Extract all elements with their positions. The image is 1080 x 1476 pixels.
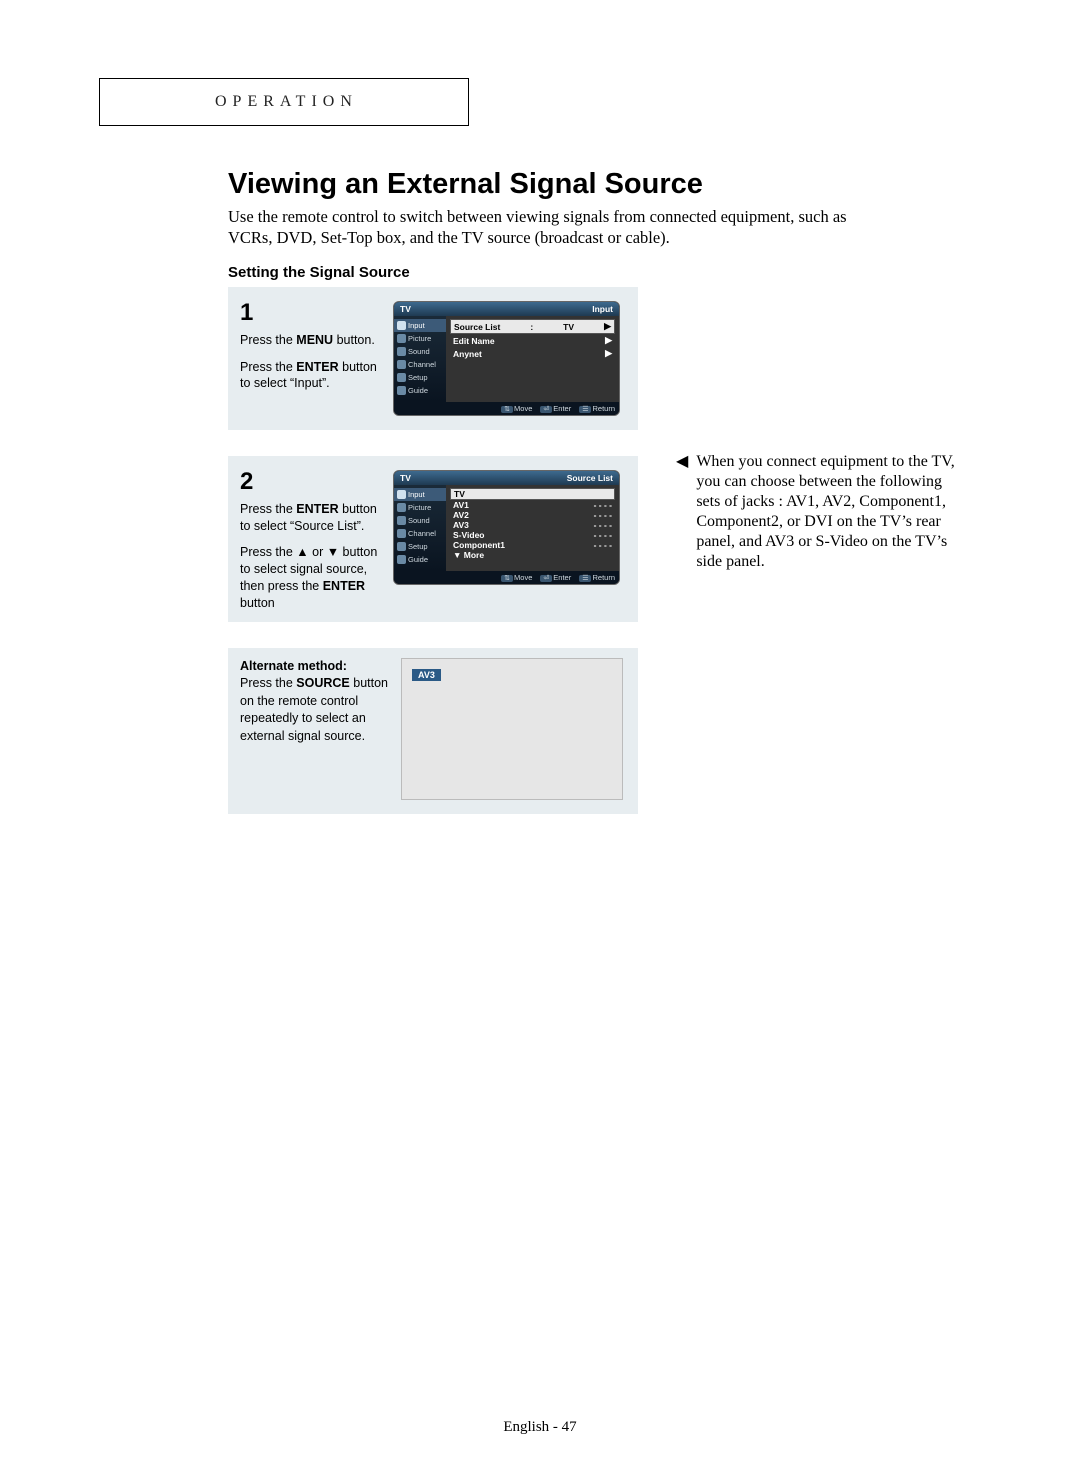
guide-icon [397, 386, 406, 395]
osd-menu-title: Source List [567, 473, 613, 483]
footer-enter: ⏎Enter [540, 573, 571, 582]
source-av3[interactable]: AV3- - - - [450, 520, 615, 530]
osd-menu-sound[interactable]: Sound [394, 345, 446, 358]
step-1-number: 1 [240, 297, 383, 329]
osd-menu-guide[interactable]: Guide [394, 384, 446, 397]
osd-footer: ⇅Move ⏎Enter ☰Return [394, 571, 619, 584]
channel-icon [397, 529, 406, 538]
left-triangle-icon: ◀ [676, 452, 688, 572]
sound-icon [397, 516, 406, 525]
osd-content: Source List : TV ▶ Edit Name ▶ Anynet [446, 316, 619, 402]
osd-input-menu: TV Input Input Picture Sound Channel Set… [393, 301, 620, 416]
footer-enter: ⏎Enter [540, 404, 571, 413]
alternate-method-block: Alternate method: Press the SOURCE butto… [228, 648, 638, 814]
step-1-line1: Press the MENU button. [240, 332, 383, 349]
step-2-line2: Press the ▲ or ▼ button to select signal… [240, 544, 383, 612]
step-1-block: 1 Press the MENU button. Press the ENTER… [228, 287, 638, 430]
osd-menu-setup[interactable]: Setup [394, 371, 446, 384]
osd-menu-picture[interactable]: Picture [394, 501, 446, 514]
osd-menu-input[interactable]: Input [394, 488, 446, 501]
footer-return: ☰Return [579, 404, 615, 413]
osd-menu-setup[interactable]: Setup [394, 540, 446, 553]
step-1-line2: Press the ENTER button to select “Input”… [240, 359, 383, 393]
osd-menu-channel[interactable]: Channel [394, 527, 446, 540]
input-icon [397, 321, 406, 330]
osd-row-sourcelist[interactable]: Source List : TV ▶ [450, 319, 615, 334]
source-more[interactable]: ▼ More [450, 550, 615, 560]
osd-tv-label: TV [400, 304, 411, 314]
alternate-method-text: Alternate method: Press the SOURCE butto… [240, 658, 395, 800]
setup-icon [397, 373, 406, 382]
right-arrow-icon: ▶ [605, 335, 612, 346]
return-icon: ☰ [579, 406, 591, 413]
footer-move: ⇅Move [501, 404, 532, 413]
page: OPERATION Viewing an External Signal Sou… [0, 0, 1080, 1476]
sub-heading: Setting the Signal Source [228, 264, 978, 281]
sound-icon [397, 347, 406, 356]
step-2-number: 2 [240, 466, 383, 498]
enter-icon: ⏎ [540, 575, 552, 582]
source-tv[interactable]: TV [450, 488, 615, 500]
side-note: ◀ When you connect equipment to the TV, … [676, 452, 966, 572]
footer-return: ☰Return [579, 573, 615, 582]
source-av1[interactable]: AV1- - - - [450, 500, 615, 510]
side-note-text: When you connect equipment to the TV, yo… [696, 452, 966, 572]
setup-icon [397, 542, 406, 551]
osd-menu-input[interactable]: Input [394, 319, 446, 332]
osd-titlebar: TV Source List [394, 471, 619, 485]
osd-tv-label: TV [400, 473, 411, 483]
osd-row-editname[interactable]: Edit Name ▶ [450, 334, 615, 347]
source-component1[interactable]: Component1- - - - [450, 540, 615, 550]
step-1-osd-container: TV Input Input Picture Sound Channel Set… [393, 287, 638, 430]
section-header-text: OPERATION [215, 93, 358, 111]
section-header: OPERATION [99, 78, 469, 126]
alternate-screen-container: AV3 [395, 658, 626, 800]
osd-side-menu: Input Picture Sound Channel Setup Guide [394, 316, 446, 402]
osd-menu-title: Input [592, 304, 613, 314]
osd-body: Input Picture Sound Channel Setup Guide … [394, 316, 619, 402]
osd-side-menu: Input Picture Sound Channel Setup Guide [394, 485, 446, 571]
osd-row-anynet[interactable]: Anynet ▶ [450, 347, 615, 360]
right-arrow-icon: ▶ [605, 348, 612, 359]
osd-content: TV AV1- - - - AV2- - - - AV3- - - - S-Vi… [446, 485, 619, 571]
updown-icon: ⇅ [501, 575, 513, 582]
source-svideo[interactable]: S-Video- - - - [450, 530, 615, 540]
page-title: Viewing an External Signal Source [228, 168, 978, 201]
input-icon [397, 490, 406, 499]
osd-footer: ⇅Move ⏎Enter ☰Return [394, 402, 619, 415]
source-av2[interactable]: AV2- - - - [450, 510, 615, 520]
step-2-instructions: 2 Press the ENTER button to select “Sour… [228, 456, 393, 622]
source-tag: AV3 [412, 669, 441, 681]
page-footer: English - 47 [0, 1419, 1080, 1436]
picture-icon [397, 503, 406, 512]
return-icon: ☰ [579, 575, 591, 582]
osd-menu-channel[interactable]: Channel [394, 358, 446, 371]
osd-menu-picture[interactable]: Picture [394, 332, 446, 345]
intro-text: Use the remote control to switch between… [228, 207, 868, 248]
updown-icon: ⇅ [501, 406, 513, 413]
alternate-heading: Alternate method: [240, 659, 347, 673]
step-2-osd-container: TV Source List Input Picture Sound Chann… [393, 456, 638, 622]
footer-move: ⇅Move [501, 573, 532, 582]
osd-source-list: TV Source List Input Picture Sound Chann… [393, 470, 620, 585]
enter-icon: ⏎ [540, 406, 552, 413]
right-arrow-icon: ▶ [604, 321, 611, 332]
osd-body: Input Picture Sound Channel Setup Guide … [394, 485, 619, 571]
osd-menu-guide[interactable]: Guide [394, 553, 446, 566]
guide-icon [397, 555, 406, 564]
step-1-instructions: 1 Press the MENU button. Press the ENTER… [228, 287, 393, 430]
step-2-line1: Press the ENTER button to select “Source… [240, 501, 383, 535]
picture-icon [397, 334, 406, 343]
osd-menu-sound[interactable]: Sound [394, 514, 446, 527]
tv-screen: AV3 [401, 658, 623, 800]
osd-titlebar: TV Input [394, 302, 619, 316]
channel-icon [397, 360, 406, 369]
step-2-block: 2 Press the ENTER button to select “Sour… [228, 456, 638, 622]
